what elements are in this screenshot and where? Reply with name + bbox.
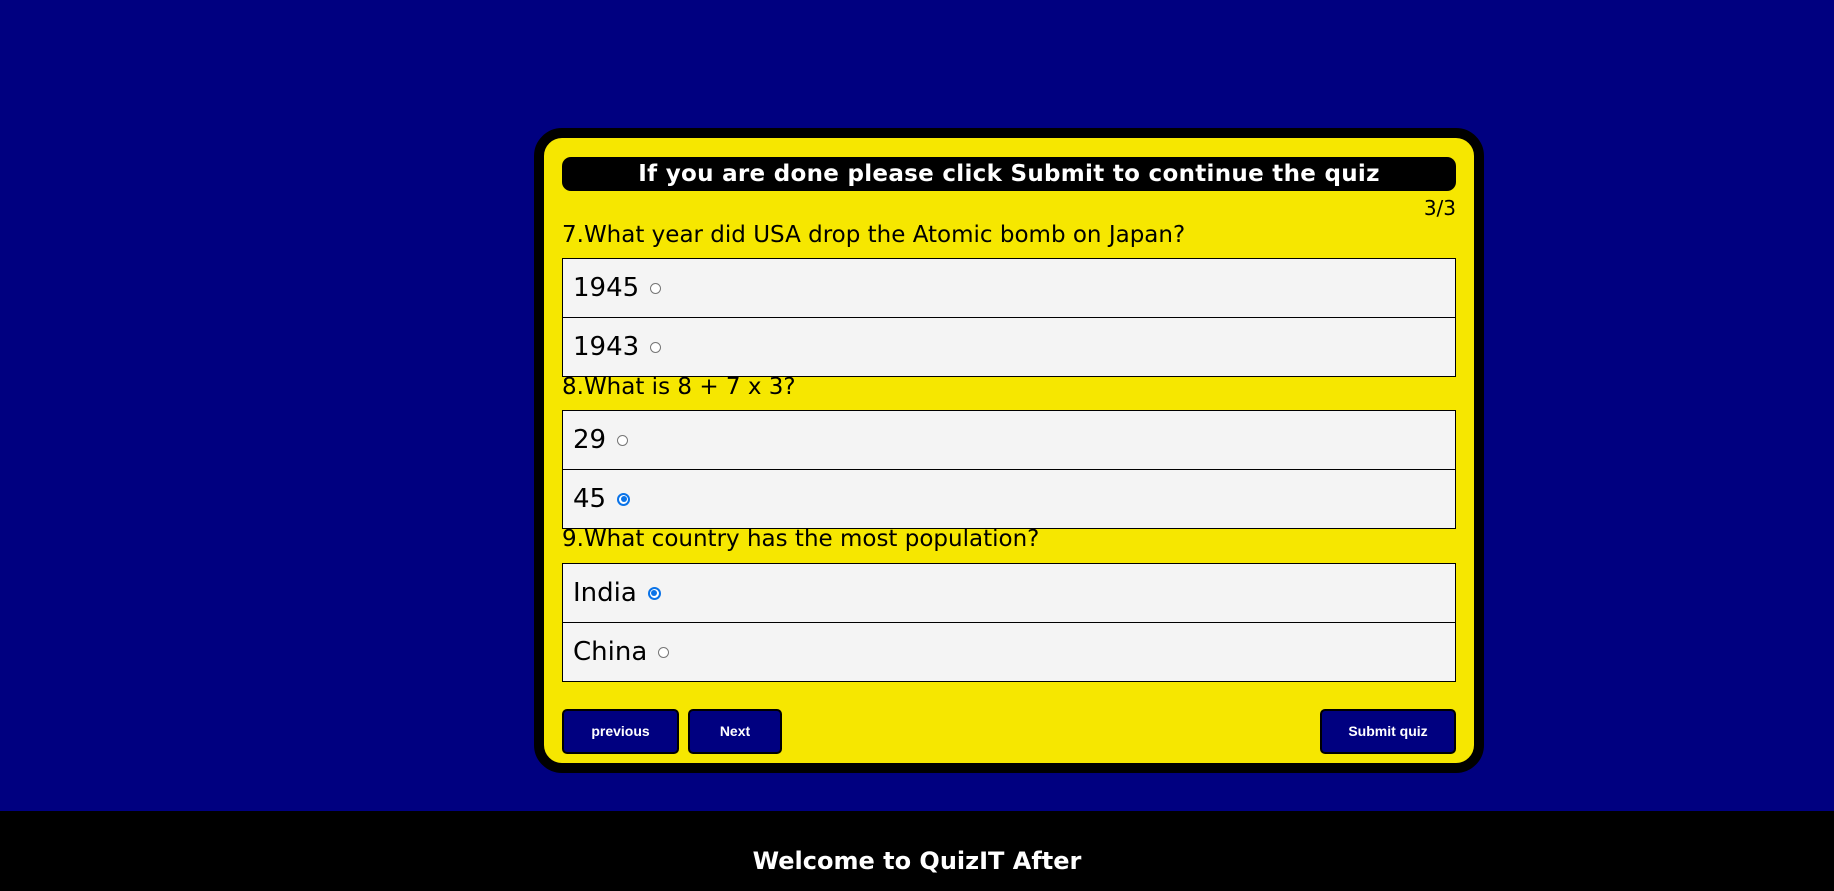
question-7-text: 7.What year did USA drop the Atomic bomb…: [562, 222, 1186, 248]
option-label: 1943: [573, 332, 640, 362]
radio-button[interactable]: [658, 646, 670, 658]
question-7-option-2[interactable]: 1943: [562, 317, 1456, 377]
quiz-card: If you are done please click Submit to c…: [534, 128, 1484, 773]
radio-button[interactable]: [650, 282, 662, 294]
question-8-option-1[interactable]: 29: [562, 410, 1456, 470]
submit-quiz-button[interactable]: Submit quiz: [1320, 709, 1456, 754]
option-label: 1945: [573, 273, 640, 303]
question-9-text: 9.What country has the most population?: [562, 526, 1040, 552]
option-label: China: [573, 637, 648, 667]
radio-button-selected[interactable]: [617, 492, 631, 506]
page-counter: 3/3: [1423, 196, 1456, 220]
quiz-banner: If you are done please click Submit to c…: [562, 157, 1456, 191]
radio-button-selected[interactable]: [647, 586, 661, 600]
previous-button[interactable]: previous: [562, 709, 679, 754]
question-8-text: 8.What is 8 + 7 x 3?: [562, 374, 796, 400]
option-label: 29: [573, 425, 607, 455]
footer-title: Welcome to QuizIT After: [752, 847, 1082, 875]
radio-button[interactable]: [650, 341, 662, 353]
question-7-option-1[interactable]: 1945: [562, 258, 1456, 318]
question-8-option-2[interactable]: 45: [562, 469, 1456, 529]
question-9-option-2[interactable]: China: [562, 622, 1456, 682]
radio-button[interactable]: [617, 434, 629, 446]
next-button[interactable]: Next: [688, 709, 782, 754]
option-label: India: [573, 578, 637, 608]
footer: Welcome to QuizIT After: [0, 811, 1834, 891]
option-label: 45: [573, 484, 607, 514]
question-9-option-1[interactable]: India: [562, 563, 1456, 623]
